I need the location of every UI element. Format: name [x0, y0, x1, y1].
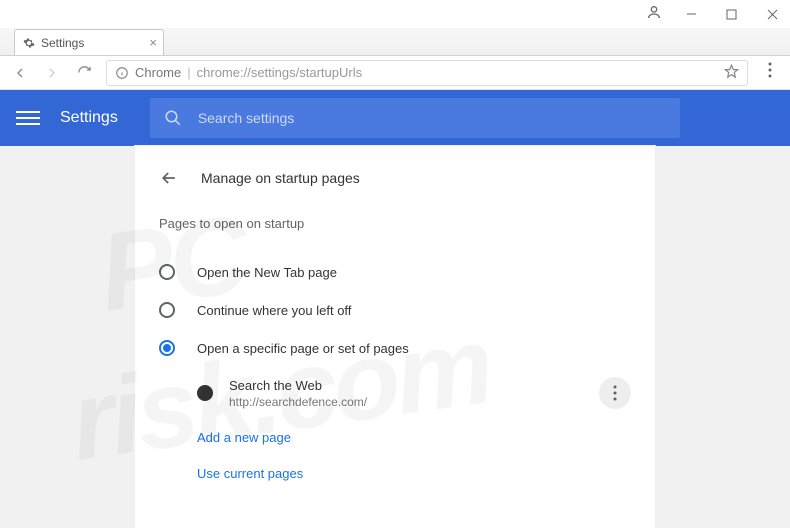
tab-title: Settings — [41, 36, 84, 50]
maximize-button[interactable] — [721, 2, 744, 26]
radio-option-continue[interactable]: Continue where you left off — [159, 291, 631, 329]
use-current-pages-link[interactable]: Use current pages — [159, 455, 631, 491]
reload-button[interactable] — [74, 63, 94, 83]
startup-page-item: Search the Web http://searchdefence.com/ — [159, 367, 631, 419]
section-label: Pages to open on startup — [159, 216, 631, 231]
settings-header: Settings — [0, 90, 790, 146]
radio-label: Open the New Tab page — [197, 265, 337, 280]
card-title: Manage on startup pages — [201, 170, 360, 186]
hamburger-menu-icon[interactable] — [16, 106, 40, 130]
page-url: http://searchdefence.com/ — [229, 395, 583, 409]
forward-button[interactable] — [42, 63, 62, 83]
radio-option-specific[interactable]: Open a specific page or set of pages — [159, 329, 631, 367]
app-title: Settings — [60, 109, 118, 127]
browser-menu-button[interactable] — [760, 62, 780, 83]
settings-search[interactable] — [150, 98, 680, 138]
user-icon[interactable] — [646, 4, 662, 25]
browser-tab[interactable]: Settings × — [14, 29, 164, 55]
settings-search-input[interactable] — [198, 110, 666, 126]
radio-icon — [159, 340, 175, 356]
close-tab-icon[interactable]: × — [149, 35, 157, 50]
back-button[interactable] — [10, 63, 30, 83]
page-title: Search the Web — [229, 378, 583, 393]
add-page-link[interactable]: Add a new page — [159, 419, 631, 455]
search-icon — [164, 109, 182, 127]
url-path: chrome://settings/startupUrls — [197, 65, 362, 80]
info-icon — [115, 66, 129, 80]
bookmark-star-icon[interactable] — [724, 64, 739, 82]
radio-icon — [159, 264, 175, 280]
radio-icon — [159, 302, 175, 318]
radio-label: Continue where you left off — [197, 303, 351, 318]
window-titlebar — [0, 0, 790, 28]
address-bar: Chrome | chrome://settings/startupUrls — [0, 56, 790, 90]
back-arrow-icon[interactable] — [159, 168, 179, 188]
tab-strip: Settings × — [0, 28, 790, 56]
url-input[interactable]: Chrome | chrome://settings/startupUrls — [106, 60, 748, 86]
url-scheme: Chrome — [135, 65, 181, 80]
startup-card: Manage on startup pages Pages to open on… — [135, 146, 655, 528]
content-stage: Manage on startup pages Pages to open on… — [0, 146, 790, 528]
close-window-button[interactable] — [761, 2, 784, 26]
radio-label: Open a specific page or set of pages — [197, 341, 409, 356]
radio-option-newtab[interactable]: Open the New Tab page — [159, 253, 631, 291]
gear-icon — [23, 37, 35, 49]
minimize-button[interactable] — [680, 2, 703, 26]
more-options-button[interactable] — [599, 377, 631, 409]
favicon-icon — [197, 385, 213, 401]
